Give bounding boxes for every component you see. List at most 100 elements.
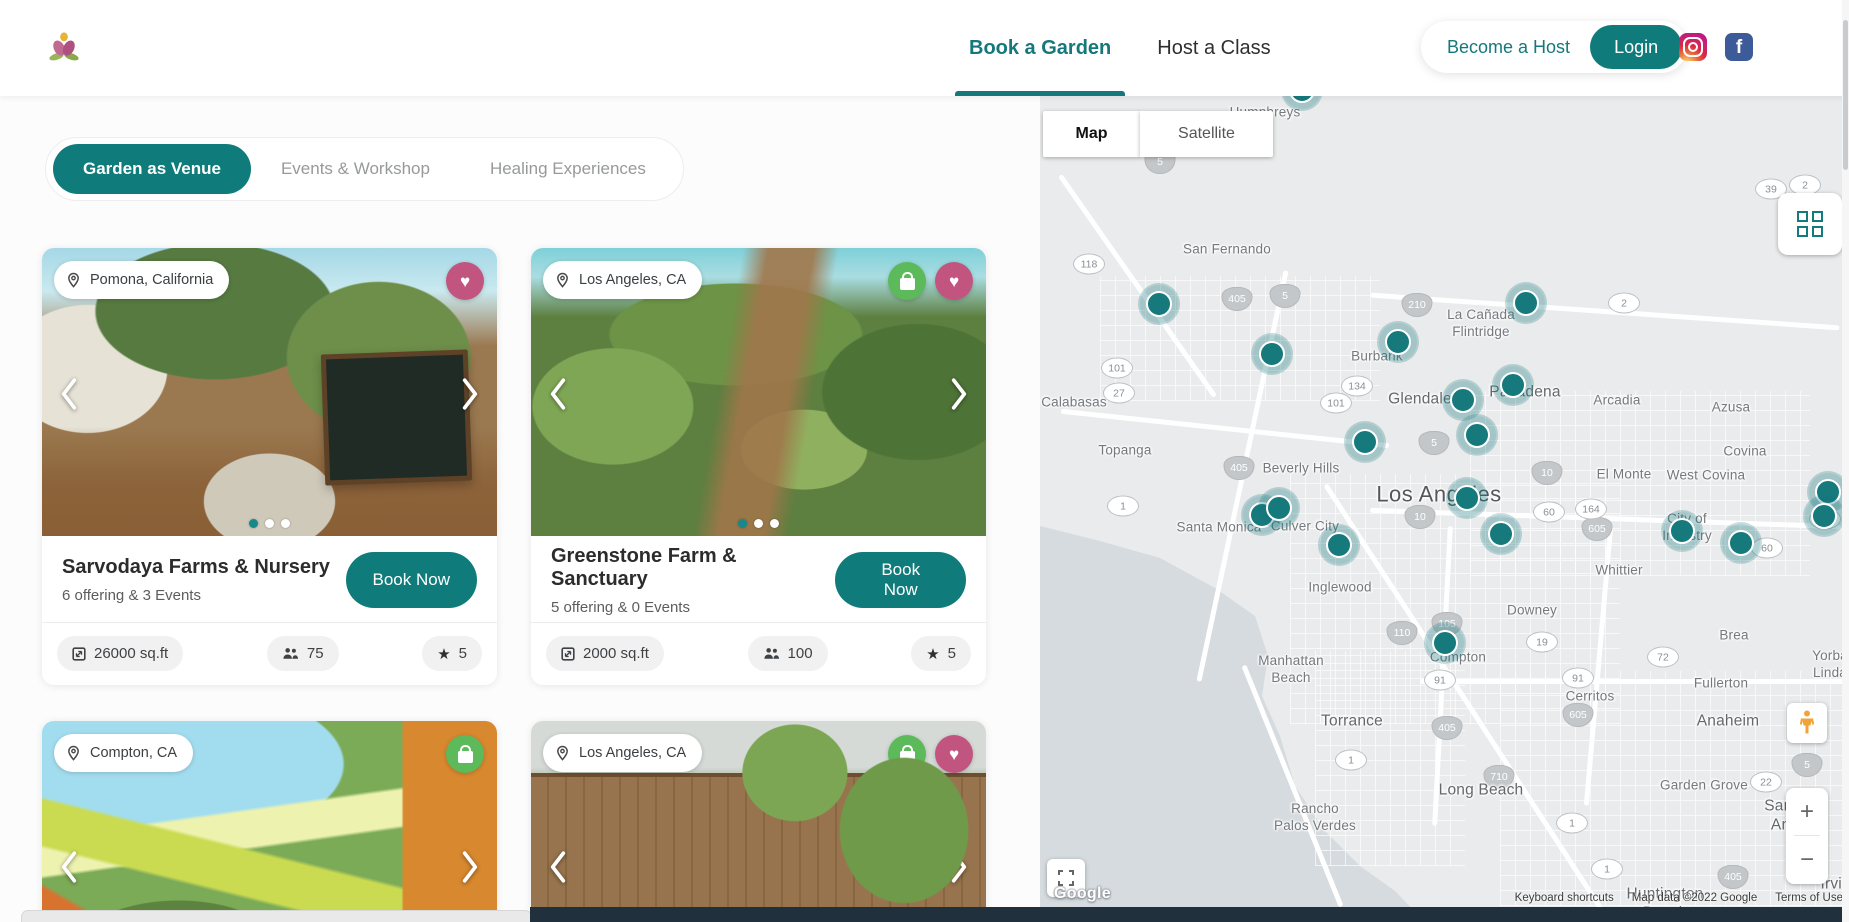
carousel-prev-icon[interactable] <box>58 376 80 412</box>
map-marker[interactable] <box>1432 630 1458 656</box>
main-nav: Book a Garden Host a Class <box>969 0 1271 96</box>
carousel-next-icon[interactable] <box>459 849 481 885</box>
card-grid: Pomona, California ♥ Sarvoday <box>0 201 1040 922</box>
map-canvas[interactable]: Map Satellite + − Google Keyboard shortc… <box>1040 96 1849 922</box>
favorite-badge[interactable]: ♥ <box>446 262 484 300</box>
tab-healing-experiences[interactable]: Healing Experiences <box>460 144 676 194</box>
area-value: 2000 sq.ft <box>583 645 649 662</box>
area-value: 26000 sq.ft <box>94 645 168 662</box>
carousel-dot[interactable] <box>249 519 258 528</box>
map-marker[interactable] <box>1266 495 1292 521</box>
map-marker[interactable] <box>1385 329 1411 355</box>
card-badges <box>446 735 484 773</box>
nav-book-a-garden[interactable]: Book a Garden <box>969 0 1111 96</box>
terms-of-use-link[interactable]: Terms of Use <box>1775 892 1843 904</box>
highway-shield: 405 <box>1224 456 1255 480</box>
map-label: Brea <box>1719 628 1748 645</box>
carousel-prev-icon[interactable] <box>547 849 569 885</box>
map-marker[interactable] <box>1450 387 1476 413</box>
carousel-dot[interactable] <box>754 519 763 528</box>
grid-view-toggle-button[interactable] <box>1778 193 1842 255</box>
lotus-flower-icon[interactable] <box>48 31 80 63</box>
card-photo: Los Angeles, CA ♥ <box>531 248 986 536</box>
map-marker[interactable] <box>1289 96 1315 103</box>
shopping-bag-icon <box>900 278 915 290</box>
category-tabs: Garden as Venue Events & Workshop Healin… <box>45 137 684 201</box>
carousel-dot[interactable] <box>281 519 290 528</box>
map-marker[interactable] <box>1146 291 1172 317</box>
fullscreen-icon <box>1058 870 1074 886</box>
map-marker[interactable] <box>1352 429 1378 455</box>
location-pill: Los Angeles, CA <box>543 734 702 772</box>
carousel-dot[interactable] <box>265 519 274 528</box>
map-type-satellite-button[interactable]: Satellite <box>1140 111 1273 157</box>
map-label: Downey <box>1507 603 1557 620</box>
nav-host-a-class[interactable]: Host a Class <box>1157 0 1270 96</box>
map-label: Santa Monica <box>1177 520 1262 537</box>
page-scrollbar[interactable] <box>1842 0 1849 922</box>
shop-badge[interactable] <box>888 262 926 300</box>
highway-shield: 210 <box>1402 293 1433 317</box>
carousel-next-icon[interactable] <box>459 376 481 412</box>
bottom-scroll-strip[interactable] <box>21 910 532 922</box>
map-label: Azusa <box>1712 400 1751 417</box>
star-icon: ★ <box>437 645 450 663</box>
carousel-prev-icon[interactable] <box>547 376 569 412</box>
map-label: Glendale <box>1388 389 1452 408</box>
zoom-control: + − <box>1786 788 1828 884</box>
shop-badge[interactable] <box>446 735 484 773</box>
carousel-prev-icon[interactable] <box>58 849 80 885</box>
favorite-badge[interactable]: ♥ <box>935 735 973 773</box>
highway-shield: 60 <box>1533 502 1565 523</box>
heart-icon: ♥ <box>949 746 959 763</box>
zoom-out-button[interactable]: − <box>1786 836 1828 883</box>
map-marker[interactable] <box>1513 290 1539 316</box>
tab-events-workshop[interactable]: Events & Workshop <box>251 144 460 194</box>
map-marker[interactable] <box>1815 479 1841 505</box>
favorite-badge[interactable]: ♥ <box>935 262 973 300</box>
zoom-in-button[interactable]: + <box>1786 788 1828 835</box>
book-now-button[interactable]: Book Now <box>346 552 477 608</box>
map-marker[interactable] <box>1669 518 1695 544</box>
login-button[interactable]: Login <box>1590 25 1682 69</box>
map-marker[interactable] <box>1259 341 1285 367</box>
map-marker[interactable] <box>1811 503 1837 529</box>
highway-shield: 27 <box>1103 383 1135 404</box>
garden-card[interactable]: Los Angeles, CA ♥ Greenstone <box>531 248 986 685</box>
rating-chip: ★ 5 <box>422 636 482 671</box>
map-type-map-button[interactable]: Map <box>1043 111 1140 157</box>
carousel-dot[interactable] <box>738 519 747 528</box>
highway-shield: 5 <box>1419 431 1450 455</box>
tab-garden-as-venue[interactable]: Garden as Venue <box>53 144 251 194</box>
map-road <box>1370 293 1839 331</box>
map-marker[interactable] <box>1488 521 1514 547</box>
header: Book a Garden Host a Class Become a Host… <box>0 0 1849 96</box>
pegman-button[interactable] <box>1787 703 1827 743</box>
map-marker[interactable] <box>1464 422 1490 448</box>
map-marker[interactable] <box>1728 530 1754 556</box>
garden-card[interactable]: Los Angeles, CA ♥ <box>531 721 986 922</box>
highway-shield: 118 <box>1073 254 1105 275</box>
map-marker[interactable] <box>1500 372 1526 398</box>
garden-card[interactable]: Compton, CA <box>42 721 497 922</box>
instagram-icon[interactable] <box>1679 33 1707 61</box>
map-marker[interactable] <box>1326 532 1352 558</box>
highway-shield: 1 <box>1107 496 1139 517</box>
shopping-bag-icon <box>900 751 915 763</box>
shop-badge[interactable] <box>888 735 926 773</box>
map-marker[interactable] <box>1454 485 1480 511</box>
bottom-bar <box>530 907 1849 922</box>
card-photo: Los Angeles, CA ♥ <box>531 721 986 922</box>
book-now-button[interactable]: Book Now <box>835 552 966 608</box>
facebook-icon[interactable]: f <box>1725 33 1753 61</box>
card-subtitle: 6 offering & 3 Events <box>62 587 330 604</box>
carousel-next-icon[interactable] <box>948 849 970 885</box>
keyboard-shortcuts-link[interactable]: Keyboard shortcuts <box>1515 892 1614 904</box>
carousel-next-icon[interactable] <box>948 376 970 412</box>
carousel-dot[interactable] <box>770 519 779 528</box>
become-a-host-link[interactable]: Become a Host <box>1447 37 1570 58</box>
highway-shield: 1 <box>1591 859 1623 880</box>
garden-card[interactable]: Pomona, California ♥ Sarvoday <box>42 248 497 685</box>
scrollbar-thumb[interactable] <box>1843 20 1848 170</box>
area-icon <box>561 647 575 661</box>
